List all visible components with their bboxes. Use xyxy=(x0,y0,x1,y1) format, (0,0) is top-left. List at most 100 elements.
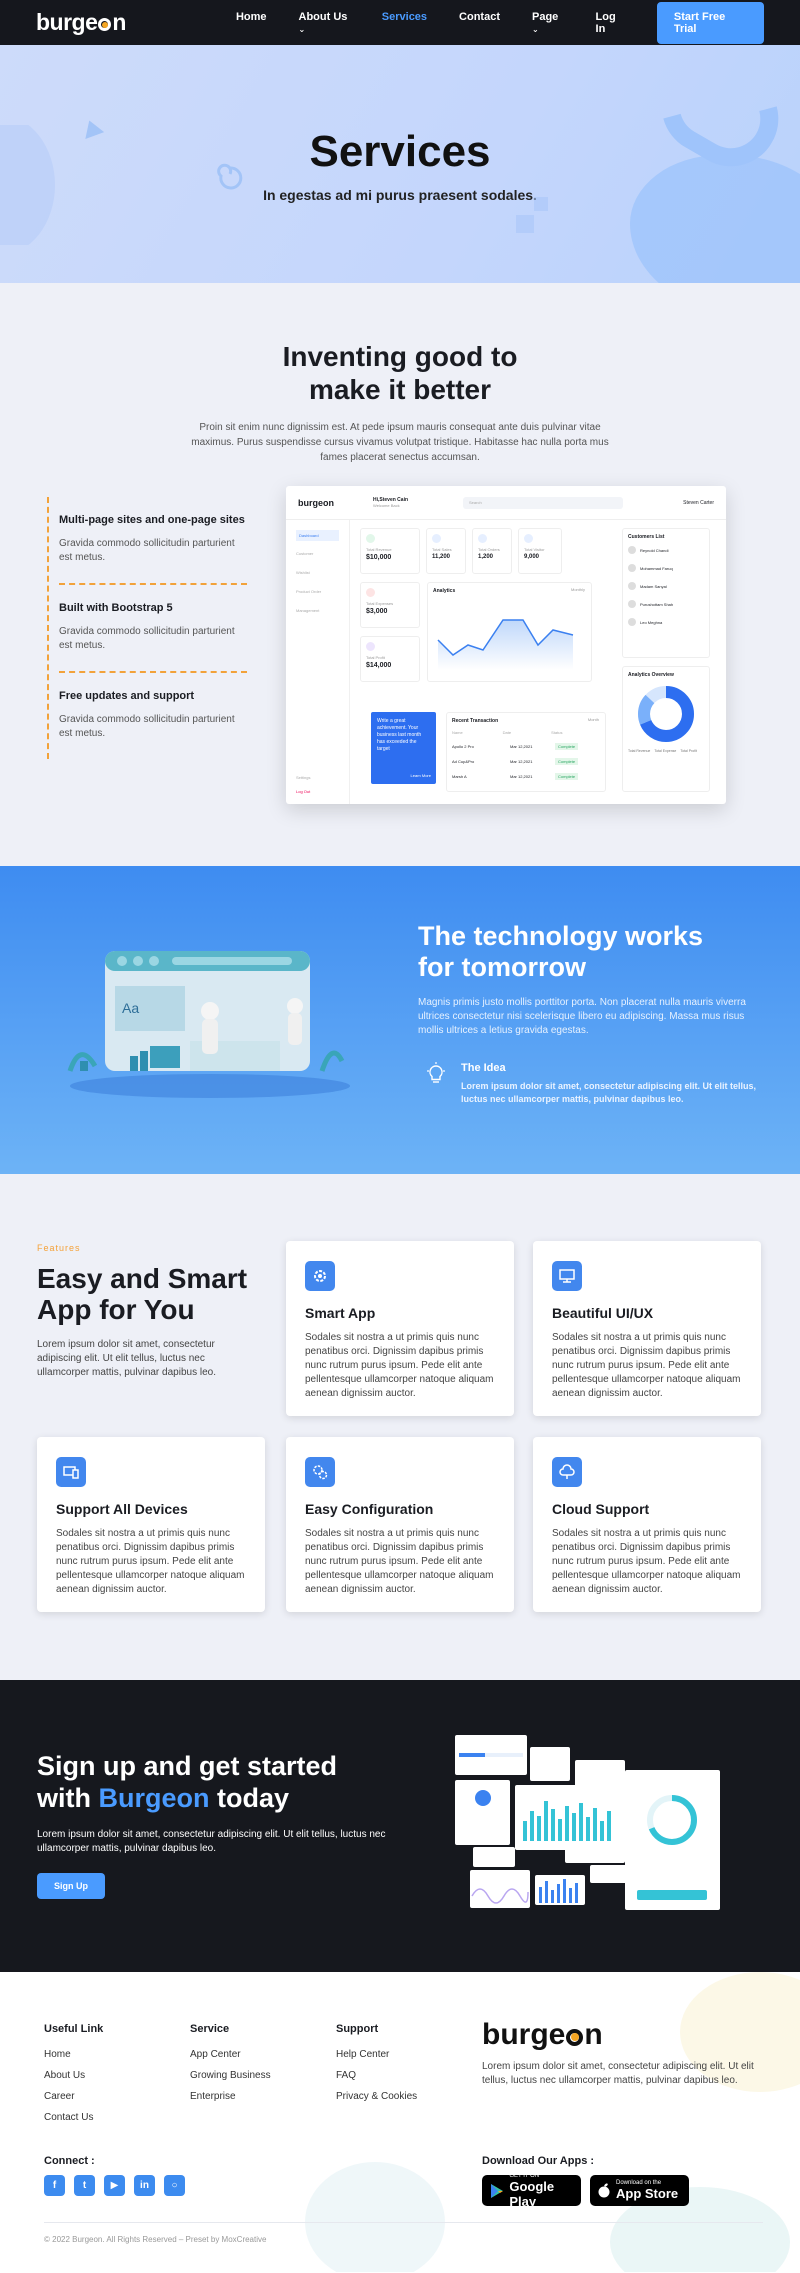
donut-chart xyxy=(638,686,694,742)
legend-item: Total Revenue xyxy=(628,749,651,753)
footer-link-privacy[interactable]: Privacy & Cookies xyxy=(336,2091,417,2102)
analytics-line xyxy=(437,619,574,670)
list-item: Madam Sanyal xyxy=(628,582,704,590)
instagram-icon[interactable]: ○ xyxy=(164,2175,185,2196)
card-title: Smart App xyxy=(305,1305,376,1321)
transactions-filter: Month xyxy=(587,717,599,722)
cogs-icon xyxy=(305,1457,335,1487)
idea-title: The Idea xyxy=(461,1062,506,1074)
footer-divider xyxy=(44,2222,763,2223)
stat-value: $10,000 xyxy=(366,554,392,561)
list-item: Reynold Chandi xyxy=(628,546,704,554)
nav-about-us[interactable]: About Us ⌄ xyxy=(299,11,350,35)
feature-card-cloud: Cloud Support Sodales sit nostra a ut pr… xyxy=(533,1437,761,1612)
support-column: Support Help Center FAQ Privacy & Cookie… xyxy=(336,2023,417,2112)
stat-value: 1,200 xyxy=(478,554,494,560)
footer-link-career[interactable]: Career xyxy=(44,2091,103,2102)
footer-desc: Lorem ipsum dolor sit amet, consectetur … xyxy=(482,2061,754,2086)
footer-link-app-center[interactable]: App Center xyxy=(190,2049,271,2060)
footer-link-help-center[interactable]: Help Center xyxy=(336,2049,417,2060)
footer-link-about-us[interactable]: About Us xyxy=(44,2070,103,2081)
technology-section: Aa The technology works for tomorrow Magn… xyxy=(0,866,800,1174)
legend-item: Total Profit xyxy=(680,749,697,753)
service-title: Service xyxy=(190,2023,230,2035)
chevron-down-icon: ⌄ xyxy=(298,24,306,34)
legend-item: Total Expense xyxy=(654,749,677,753)
nav-services[interactable]: Services xyxy=(382,11,427,35)
technology-desc: Magnis primis justo mollis porttitor por… xyxy=(418,997,746,1036)
nav-page-label: Page xyxy=(532,10,559,23)
nav-page[interactable]: Page ⌄ xyxy=(532,11,564,35)
cell-name: Ad Cup&Pro xyxy=(452,759,475,764)
feature-card-devices: Support All Devices Sodales sit nostra a… xyxy=(37,1437,265,1612)
footer-link-contact-us[interactable]: Contact Us xyxy=(44,2112,103,2123)
mock-value: 3.3k xyxy=(530,1747,570,1781)
inventing-desc: Proin sit enim nunc dignissim est. At pe… xyxy=(191,422,609,463)
dash-menu-item: Dashboard xyxy=(296,530,339,541)
feature-text: Gravida commodo sollicitudin parturient … xyxy=(59,538,235,563)
feature-text: Gravida commodo sollicitudin parturient … xyxy=(59,626,235,651)
card-text: Sodales sit nostra a ut primis quis nunc… xyxy=(56,1528,245,1595)
stat-card: Total Visitor 9,000 xyxy=(518,528,562,574)
decor-square xyxy=(516,215,534,233)
signup-title: Sign up and get started with Burgeon toda… xyxy=(37,1750,337,1814)
signup-desc: Lorem ipsum dolor sit amet, consectetur … xyxy=(37,1829,386,1854)
download-apps-label: Download Our Apps : xyxy=(482,2155,595,2167)
feature-item: Multi-page sites and one-page sites Grav… xyxy=(59,497,247,585)
col-header: Status xyxy=(551,730,563,735)
card-title: Easy Configuration xyxy=(305,1501,434,1517)
social-links: f t ▶ in ○ xyxy=(44,2175,185,2196)
facebook-icon[interactable]: f xyxy=(44,2175,65,2196)
stat-value: 9,000 xyxy=(524,554,540,560)
footer-link-home[interactable]: Home xyxy=(44,2049,103,2060)
stat-value: 11,200 xyxy=(432,554,451,560)
customer-name: Mohammad Faruq xyxy=(640,565,673,571)
col-header: Date xyxy=(502,730,512,735)
decor-swirl xyxy=(217,163,243,190)
footer-link-enterprise[interactable]: Enterprise xyxy=(190,2091,271,2102)
twitter-icon[interactable]: t xyxy=(74,2175,95,2196)
features-desc: Lorem ipsum dolor sit amet, consectetur … xyxy=(37,1339,216,1378)
chevron-down-icon: ⌄ xyxy=(532,24,539,34)
inventing-title: Inventing good to make it better xyxy=(0,340,800,406)
linkedin-icon[interactable]: in xyxy=(134,2175,155,2196)
stat-card: Total Profit $14,000 xyxy=(360,636,420,682)
dash-menu-item: Log Out xyxy=(296,789,311,794)
app-mockup-collage: 96 / 256 GB 3.3k 17.4k 16k 17.4k 5.8k 39… xyxy=(455,1735,720,1910)
dashboard-brand: burgeon xyxy=(298,497,334,508)
app-store-button[interactable]: Download on the App Store xyxy=(590,2175,689,2206)
overview-title: Analytics Overview xyxy=(628,672,674,678)
gear-icon xyxy=(305,1261,335,1291)
footer-link-faq[interactable]: FAQ xyxy=(336,2070,417,2081)
mock-card: 17.4k xyxy=(455,1780,510,1845)
nav-home[interactable]: Home xyxy=(236,11,267,35)
card-text: Sodales sit nostra a ut primis quis nunc… xyxy=(552,1332,741,1399)
dashboard-search: Search xyxy=(463,496,623,509)
sign-up-button[interactable]: Sign Up xyxy=(37,1873,105,1899)
stat-card: Total Expenses $3,000 xyxy=(360,582,420,628)
useful-links-title: Useful Link xyxy=(44,2023,104,2035)
decor-gradient xyxy=(0,125,55,245)
youtube-icon[interactable]: ▶ xyxy=(104,2175,125,2196)
feature-item: Free updates and support Gravida commodo… xyxy=(59,673,247,759)
status-badge: Complete xyxy=(555,773,579,780)
promo-link[interactable]: Learn More xyxy=(411,772,431,779)
google-play-button[interactable]: GET IT ON Google Play xyxy=(482,2173,581,2209)
footer-logo[interactable]: burge n xyxy=(482,2018,603,2052)
brand-logo[interactable]: burge n xyxy=(36,9,126,36)
footer-link-growing-business[interactable]: Growing Business xyxy=(190,2070,271,2081)
start-free-trial-button[interactable]: Start Free Trial xyxy=(656,1,764,44)
decor-square xyxy=(534,197,548,211)
login-link[interactable]: Log In xyxy=(596,11,627,35)
cell-date: Mar 12,2021 xyxy=(510,744,533,749)
card-title: Support All Devices xyxy=(56,1501,188,1517)
cell-name: Marsh A xyxy=(452,774,467,779)
card-text: Sodales sit nostra a ut primis quis nunc… xyxy=(305,1528,494,1595)
mock-value: 5.8k xyxy=(682,1862,696,1869)
nav-contact[interactable]: Contact xyxy=(459,11,500,35)
list-item: Leo Meghna xyxy=(628,618,704,626)
monitor-icon xyxy=(552,1261,582,1291)
mock-value: $ 527.23 xyxy=(565,1845,625,1863)
dash-menu-item: Wishlist xyxy=(296,570,310,575)
customers-title: Customers List xyxy=(628,534,665,540)
